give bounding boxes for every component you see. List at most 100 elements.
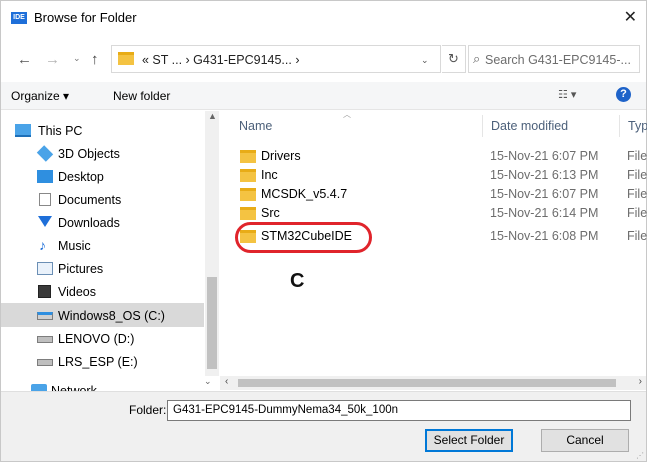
sidebar-item-label: LENOVO (D:) [58, 332, 135, 346]
sidebar-item-label: Videos [58, 285, 96, 299]
column-header-type[interactable]: Typ [628, 119, 647, 133]
refresh-icon[interactable]: ↻ [442, 45, 466, 73]
sidebar-item-downloads[interactable]: Downloads [1, 211, 204, 234]
date-modified: 15-Nov-21 6:08 PM [490, 229, 599, 243]
folder-icon [118, 52, 134, 65]
desktop-icon [37, 170, 53, 183]
sidebar-item-windows8-os[interactable]: Windows8_OS (C:) [1, 303, 204, 327]
sidebar-item-pictures[interactable]: Pictures [1, 257, 204, 280]
folder-icon [240, 188, 256, 201]
folder-icon [240, 207, 256, 220]
column-header-name[interactable]: Name [239, 119, 272, 133]
sidebar-item-music[interactable]: ♪ Music [1, 234, 204, 257]
folder-field[interactable]: G431-EPC9145-DummyNema34_50k_100n [167, 400, 631, 421]
date-modified: 15-Nov-21 6:13 PM [490, 168, 599, 182]
download-icon [38, 216, 52, 227]
drive-icon [37, 312, 53, 320]
scrollbar-thumb[interactable] [207, 277, 217, 369]
navigation-bar: ← → ⌄ ↑ « ST ... › G431-EPC9145... › ⌄ ↻… [1, 43, 646, 77]
sidebar-item-videos[interactable]: Videos [1, 280, 204, 303]
folder-name: Inc [261, 168, 278, 182]
organize-button[interactable]: Organize ▾ [11, 89, 69, 103]
back-arrow-icon[interactable]: ← [17, 51, 32, 68]
sidebar-item-lrs-esp[interactable]: LRS_ESP (E:) [1, 350, 204, 373]
sidebar-item-label: This PC [38, 124, 83, 138]
address-bar[interactable]: « ST ... › G431-EPC9145... › ⌄ [111, 45, 441, 73]
scroll-left-chevron-icon[interactable]: ‹ [225, 376, 228, 387]
window-title: Browse for Folder [34, 10, 137, 25]
help-icon[interactable]: ? [616, 87, 631, 102]
drive-icon [37, 359, 53, 366]
cube-icon [36, 145, 54, 162]
date-modified: 15-Nov-21 6:07 PM [490, 187, 599, 201]
date-modified: 15-Nov-21 6:07 PM [490, 149, 599, 163]
view-options-icon[interactable]: ☷ ▾ [558, 88, 576, 101]
recent-locations-chevron-icon[interactable]: ⌄ [73, 53, 81, 64]
navigation-pane: This PC 3D Objects Desktop Documents Dow… [1, 111, 219, 395]
item-type: File [627, 149, 647, 163]
video-icon [38, 285, 51, 298]
sidebar-item-label: Windows8_OS (C:) [58, 309, 165, 323]
browse-for-folder-dialog: IDE Browse for Folder ✕ ← → ⌄ ↑ « ST ...… [0, 0, 647, 462]
folder-label: Folder: [129, 403, 167, 417]
sidebar-item-desktop[interactable]: Desktop [1, 165, 204, 188]
folder-name: Src [261, 206, 280, 220]
scroll-right-chevron-icon[interactable]: › [639, 376, 642, 387]
select-folder-button[interactable]: Select Folder [425, 429, 513, 452]
sort-caret-icon: ︿ [343, 110, 351, 119]
up-arrow-icon[interactable]: ↑ [91, 51, 99, 68]
item-type: File [627, 168, 647, 182]
new-folder-button[interactable]: New folder [113, 89, 170, 103]
list-item[interactable]: Drivers 15-Nov-21 6:07 PM File [220, 147, 647, 166]
dialog-footer: Folder: G431-EPC9145-DummyNema34_50k_100… [1, 391, 646, 461]
column-divider[interactable] [482, 115, 483, 137]
music-icon: ♪ [39, 237, 46, 253]
sidebar-item-label: Music [58, 239, 91, 253]
highlight-circle-annotation [235, 222, 372, 253]
search-input[interactable]: ⌕ Search G431-EPC9145-... [468, 45, 640, 73]
navigation-pane-scrollbar[interactable]: ▲ [205, 111, 219, 376]
scroll-down-chevron-icon[interactable]: ⌄ [204, 376, 212, 387]
column-divider[interactable] [619, 115, 620, 137]
list-item[interactable]: MCSDK_v5.4.7 15-Nov-21 6:07 PM File [220, 185, 647, 204]
folder-name: MCSDK_v5.4.7 [261, 187, 348, 201]
document-icon [39, 193, 51, 206]
scroll-up-chevron-icon[interactable]: ▲ [208, 111, 217, 121]
folder-icon [240, 150, 256, 163]
sidebar-item-this-pc[interactable]: This PC [1, 119, 204, 142]
command-bar: Organize ▾ New folder ☷ ▾ ? [1, 82, 646, 110]
sidebar-item-lenovo[interactable]: LENOVO (D:) [1, 327, 204, 350]
sidebar-item-label: 3D Objects [58, 147, 120, 161]
computer-icon [15, 124, 31, 137]
sidebar-item-label: Downloads [58, 216, 120, 230]
list-item[interactable]: Src 15-Nov-21 6:14 PM File [220, 204, 647, 223]
sidebar-item-documents[interactable]: Documents [1, 188, 204, 211]
item-type: File [627, 229, 647, 243]
ide-app-icon: IDE [11, 12, 27, 24]
item-type: File [627, 206, 647, 220]
sidebar-item-label: LRS_ESP (E:) [58, 355, 138, 369]
sidebar-item-3d-objects[interactable]: 3D Objects [1, 142, 204, 165]
close-icon[interactable]: ✕ [624, 7, 637, 27]
search-placeholder: Search G431-EPC9145-... [485, 53, 631, 67]
picture-icon [37, 262, 53, 275]
drive-icon [37, 336, 53, 343]
list-item[interactable]: Inc 15-Nov-21 6:13 PM File [220, 166, 647, 185]
date-modified: 15-Nov-21 6:14 PM [490, 206, 599, 220]
sidebar-item-label: Desktop [58, 170, 104, 184]
sidebar-item-label: Documents [58, 193, 122, 207]
address-breadcrumb[interactable]: « ST ... › G431-EPC9145... › [142, 53, 299, 67]
item-type: File [627, 187, 647, 201]
folder-icon [240, 169, 256, 182]
search-icon: ⌕ [473, 51, 481, 66]
resize-grip-icon[interactable]: ⋰ [636, 451, 644, 460]
address-dropdown-chevron-icon[interactable]: ⌄ [421, 55, 429, 66]
column-header-date-modified[interactable]: Date modified [491, 119, 568, 133]
sidebar-item-label: Pictures [58, 262, 104, 276]
folder-list-horizontal-scrollbar[interactable]: ‹ › [220, 376, 646, 390]
cancel-button[interactable]: Cancel [541, 429, 629, 452]
forward-arrow-icon[interactable]: → [45, 51, 60, 68]
scrollbar-thumb[interactable] [238, 379, 616, 387]
title-bar: IDE Browse for Folder ✕ [1, 1, 646, 35]
folder-name: Drivers [261, 149, 301, 163]
